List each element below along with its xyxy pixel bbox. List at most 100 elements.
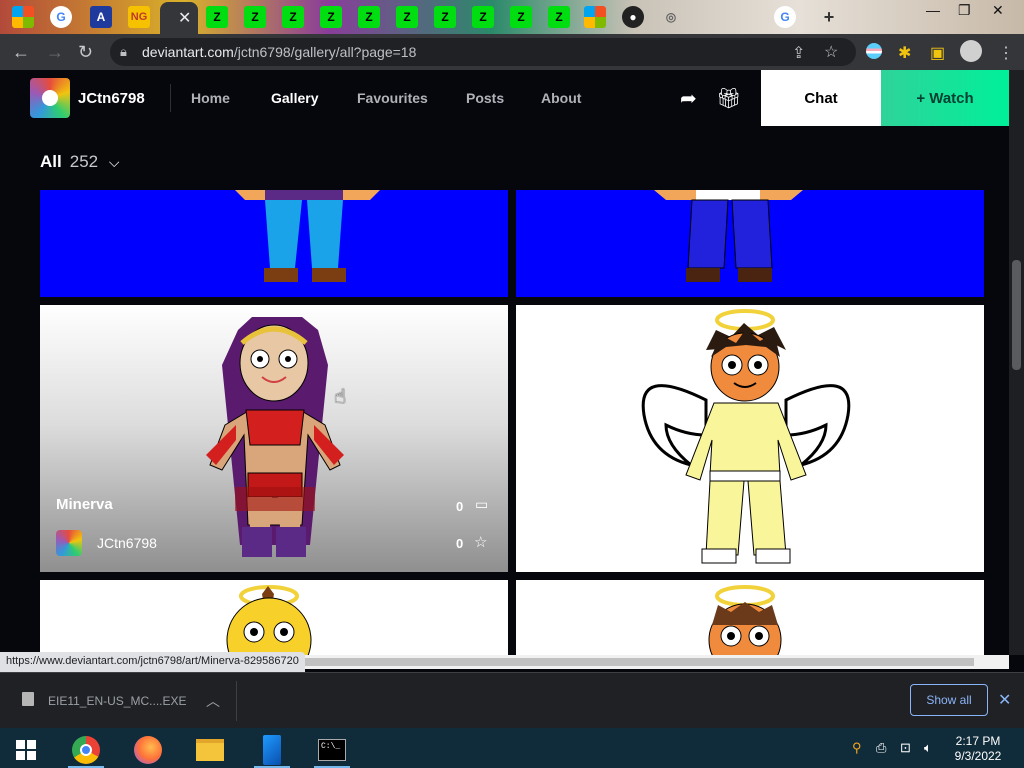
comment-count: 0: [456, 499, 464, 514]
network-icon[interactable]: ⊡: [900, 740, 911, 756]
url-path: /jctn6798/gallery/all?page=18: [233, 44, 417, 60]
windows-start-icon[interactable]: [4, 732, 48, 768]
filter-count: 252: [69, 152, 99, 171]
nav-home[interactable]: Home: [191, 90, 230, 106]
favourite-star-icon[interactable]: ☆: [474, 533, 487, 551]
user-avatar[interactable]: [30, 78, 70, 118]
header-divider: [170, 84, 171, 112]
minerva-artwork: [206, 317, 344, 557]
firefox-icon[interactable]: [126, 732, 170, 768]
site-tab-icon[interactable]: A: [90, 6, 112, 28]
gallery-thumbnail[interactable]: [40, 190, 508, 297]
deviantart-tab-icon[interactable]: Z: [320, 6, 342, 28]
angel-artwork: [641, 309, 851, 564]
microsoft-tab-icon[interactable]: [584, 6, 606, 28]
nav-favourites[interactable]: Favourites: [357, 90, 428, 106]
command-prompt-icon[interactable]: C:\_: [310, 732, 354, 768]
volume-icon[interactable]: 🔈︎: [924, 740, 932, 756]
hand-cursor-icon: ☝︎: [334, 386, 347, 408]
download-filename[interactable]: EIE11_EN-US_MC....EXE: [48, 694, 187, 708]
link-status-url: https://www.deviantart.com/jctn6798/art/…: [0, 652, 305, 672]
author-avatar[interactable]: [56, 530, 82, 556]
artwork-author[interactable]: JCtn6798: [97, 535, 157, 551]
url-text[interactable]: deviantart.com/jctn6798/gallery/all?page…: [142, 44, 416, 60]
deviantart-tab-icon[interactable]: Z: [434, 6, 456, 28]
deviantart-tab-icon[interactable]: Z: [282, 6, 304, 28]
nav-about[interactable]: About: [541, 90, 581, 106]
filter-label: All: [40, 152, 62, 171]
angel-artwork: [226, 585, 312, 655]
microsoft-tab-icon[interactable]: [12, 6, 34, 28]
browser-tab-strip: G A NG ✕ Z Z Z Z Z Z Z Z Z Z ● ◎ G + — ❐…: [0, 0, 1024, 34]
minimize-icon[interactable]: —: [926, 2, 940, 18]
deviantart-tab-icon[interactable]: Z: [396, 6, 418, 28]
lock-icon: 🔒︎: [120, 44, 127, 59]
gallery-thumbnail[interactable]: [40, 580, 508, 655]
angel-artwork: [708, 585, 782, 655]
character-artwork: [654, 190, 803, 282]
download-divider: [236, 681, 237, 721]
back-icon[interactable]: ←: [12, 42, 30, 63]
comment-icon[interactable]: ▭: [475, 496, 488, 513]
gallery-thumbnail-minerva[interactable]: Minerva JCtn6798 0 ▭ 0 ☆: [40, 305, 508, 572]
nav-gallery[interactable]: Gallery: [271, 90, 318, 106]
active-tab[interactable]: ✕: [160, 2, 198, 34]
downloads-bar: EIE11_EN-US_MC....EXE ︿ Show all ✕: [0, 672, 1024, 728]
sidebar-icon[interactable]: ▣: [930, 43, 945, 63]
header-username[interactable]: JCtn6798: [78, 90, 145, 107]
close-window-icon[interactable]: ✕: [992, 2, 1004, 19]
gallery-thumbnail[interactable]: [516, 305, 984, 572]
deviantart-tab-icon[interactable]: Z: [244, 6, 266, 28]
chat-button[interactable]: Chat: [761, 70, 881, 126]
url-domain: deviantart.com: [142, 44, 234, 60]
google-tab-icon[interactable]: G: [774, 6, 796, 28]
show-all-button[interactable]: Show all: [910, 684, 988, 716]
system-clock[interactable]: 2:17 PM 9/3/2022: [948, 734, 1008, 764]
character-artwork: [235, 190, 380, 282]
favourite-count: 0: [456, 536, 464, 551]
deviantart-tab-icon[interactable]: Z: [358, 6, 380, 28]
close-tab-icon[interactable]: ✕: [178, 8, 191, 28]
printer-error-icon[interactable]: ⎙: [876, 740, 886, 756]
browser-toolbar: ← → ↻ 🔒︎ deviantart.com/jctn6798/gallery…: [0, 34, 1024, 70]
clock-time: 2:17 PM: [955, 734, 1001, 748]
google-tab-icon[interactable]: G: [50, 6, 72, 28]
app-window-icon[interactable]: [250, 732, 294, 768]
loading-tab-icon[interactable]: ◎: [660, 6, 682, 28]
vertical-scrollbar[interactable]: [1009, 70, 1024, 655]
extensions-puzzle-icon[interactable]: ✱: [898, 43, 911, 63]
restore-icon[interactable]: ❐: [958, 2, 971, 19]
artwork-title[interactable]: Minerva: [56, 496, 113, 513]
new-tab-icon[interactable]: +: [818, 6, 840, 28]
bookmark-star-icon[interactable]: ☆: [824, 42, 838, 62]
account-avatar-icon[interactable]: [960, 40, 982, 62]
chrome-icon[interactable]: [64, 732, 108, 768]
deviantart-tab-icon[interactable]: Z: [472, 6, 494, 28]
watch-button[interactable]: + Watch: [881, 70, 1009, 126]
share-icon[interactable]: ⇪: [792, 43, 805, 63]
chevron-up-icon[interactable]: ︿: [206, 691, 220, 711]
deviantart-tab-icon[interactable]: Z: [510, 6, 532, 28]
clock-date: 9/3/2022: [954, 749, 1002, 763]
search-tray-icon[interactable]: ⚲: [852, 740, 862, 756]
deviantart-tab-icon[interactable]: Z: [548, 6, 570, 28]
close-icon[interactable]: ✕: [998, 690, 1011, 710]
gallery-filter-dropdown[interactable]: All 252 ⌵: [40, 152, 119, 172]
ng-tab-icon[interactable]: NG: [128, 6, 150, 28]
scrollbar-thumb[interactable]: [1012, 260, 1021, 370]
site-header: JCtn6798 Home Gallery Favourites Posts A…: [0, 70, 1009, 126]
menu-kebab-icon[interactable]: ⋮: [998, 43, 1014, 63]
profile-extension-icon[interactable]: [866, 43, 882, 59]
address-bar[interactable]: 🔒︎ deviantart.com/jctn6798/gallery/all?p…: [110, 38, 856, 66]
gallery-thumbnail[interactable]: [516, 580, 984, 655]
reload-icon[interactable]: ↻: [78, 42, 93, 63]
forward-icon[interactable]: →: [46, 42, 64, 63]
file-explorer-icon[interactable]: [188, 732, 232, 768]
share-arrow-icon[interactable]: ➦: [680, 86, 697, 111]
deviantart-tab-icon[interactable]: Z: [206, 6, 228, 28]
nav-posts[interactable]: Posts: [466, 90, 504, 106]
gift-icon[interactable]: 🎁︎: [716, 86, 741, 111]
gallery-thumbnail[interactable]: [516, 190, 984, 297]
file-icon: [22, 692, 34, 706]
github-tab-icon[interactable]: ●: [622, 6, 644, 28]
